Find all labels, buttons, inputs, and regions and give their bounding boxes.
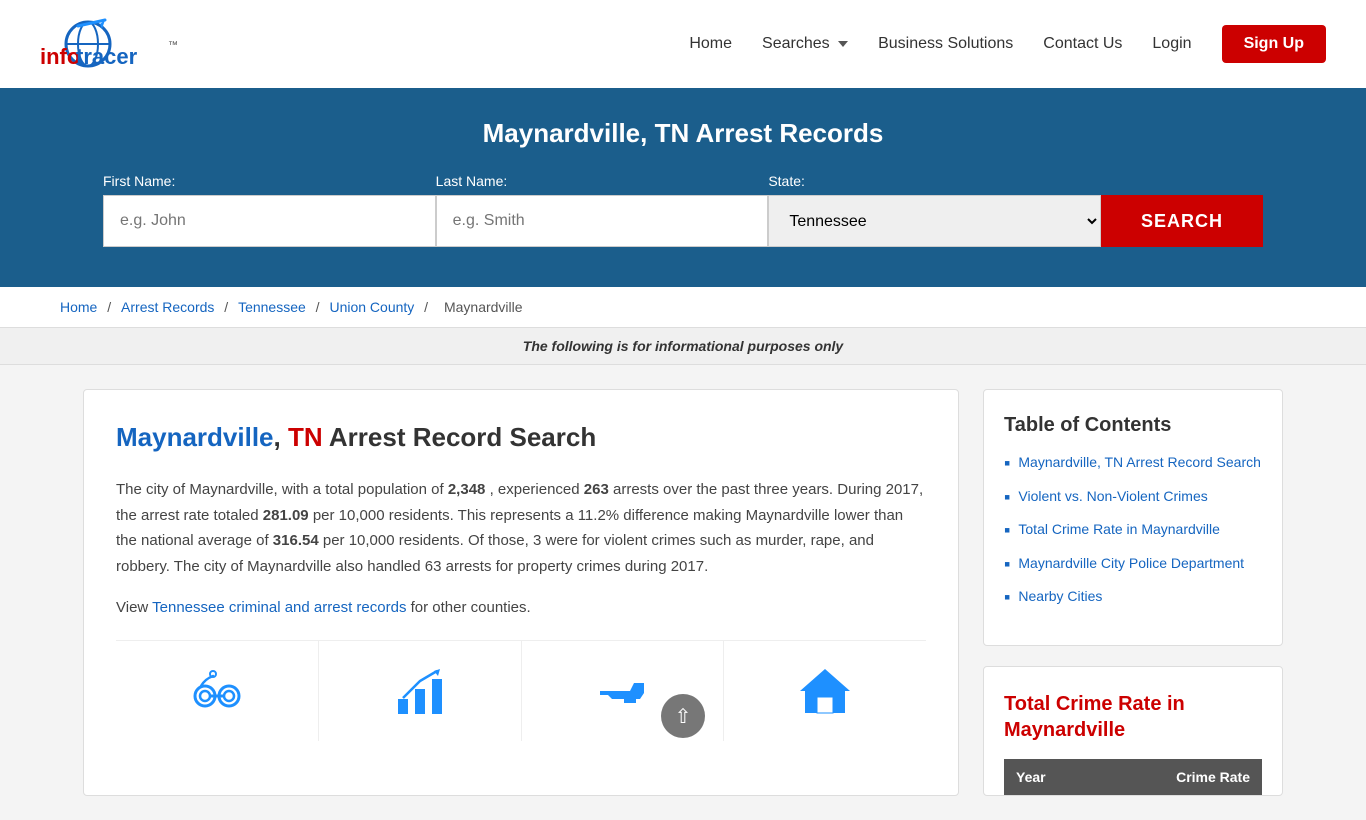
nav-contact[interactable]: Contact Us (1043, 35, 1122, 53)
state-label: State: (768, 173, 1101, 189)
tennessee-records-link[interactable]: Tennessee criminal and arrest records (152, 599, 406, 616)
toc-bullet-1: ▪ (1004, 453, 1010, 475)
crime-rate-table: Year Crime Rate (1004, 759, 1262, 795)
breadcrumb-home[interactable]: Home (60, 299, 97, 315)
toc-item: ▪ Maynardville, TN Arrest Record Search (1004, 453, 1262, 475)
toc-link-4[interactable]: Maynardville City Police Department (1018, 554, 1244, 574)
toc-item: ▪ Violent vs. Non-Violent Crimes (1004, 487, 1262, 509)
toc-link-2[interactable]: Violent vs. Non-Violent Crimes (1018, 487, 1207, 507)
toc-bullet-4: ▪ (1004, 554, 1010, 576)
breadcrumb-tennessee[interactable]: Tennessee (238, 299, 306, 315)
state-group: State: AlabamaAlaskaArizona ArkansasCali… (768, 173, 1101, 247)
nav-links: Home Searches Business Solutions Contact… (689, 25, 1326, 63)
chevron-down-icon (838, 41, 848, 47)
article-body: The city of Maynardville, with a total p… (116, 477, 926, 579)
handcuffs-icon (187, 661, 247, 721)
nav-login[interactable]: Login (1152, 35, 1191, 53)
house-icon (795, 661, 855, 721)
toc-bullet-3: ▪ (1004, 520, 1010, 542)
search-button[interactable]: SEARCH (1101, 195, 1263, 247)
article-section: Maynardville, TN Arrest Record Search Th… (83, 389, 959, 796)
view-link-line: View Tennessee criminal and arrest recor… (116, 599, 926, 616)
first-name-input[interactable] (103, 195, 436, 247)
svg-text:™: ™ (168, 40, 178, 51)
navbar: info tracer ™ Home Searches Business Sol… (0, 0, 1366, 88)
crime-rate-box: Total Crime Rate in Maynardville Year Cr… (983, 666, 1283, 796)
article-title: Maynardville, TN Arrest Record Search (116, 422, 926, 453)
toc-list: ▪ Maynardville, TN Arrest Record Search … (1004, 453, 1262, 609)
toc-box: Table of Contents ▪ Maynardville, TN Arr… (983, 389, 1283, 646)
first-name-label: First Name: (103, 173, 436, 189)
nav-signup[interactable]: Sign Up (1222, 25, 1326, 63)
nav-home[interactable]: Home (689, 35, 732, 53)
scroll-to-top[interactable]: ⇧ (661, 694, 705, 738)
toc-item: ▪ Nearby Cities (1004, 587, 1262, 609)
toc-link-3[interactable]: Total Crime Rate in Maynardville (1018, 520, 1220, 540)
toc-link-5[interactable]: Nearby Cities (1018, 587, 1102, 607)
search-form: First Name: Last Name: State: AlabamaAla… (103, 173, 1263, 247)
state-select[interactable]: AlabamaAlaskaArizona ArkansasCaliforniaC… (768, 195, 1101, 247)
nav-business[interactable]: Business Solutions (878, 35, 1013, 53)
info-bar: The following is for informational purpo… (0, 328, 1366, 365)
handcuffs-cell (116, 641, 319, 741)
hero-section: Maynardville, TN Arrest Records First Na… (0, 88, 1366, 287)
icons-row (116, 640, 926, 741)
last-name-label: Last Name: (436, 173, 769, 189)
logo[interactable]: info tracer ™ (40, 9, 220, 79)
toc-title: Table of Contents (1004, 414, 1262, 437)
col-rate: Crime Rate (1095, 759, 1262, 795)
toc-link-1[interactable]: Maynardville, TN Arrest Record Search (1018, 453, 1261, 473)
nav-searches[interactable]: Searches (762, 35, 848, 53)
toc-bullet-2: ▪ (1004, 487, 1010, 509)
breadcrumb-arrest-records[interactable]: Arrest Records (121, 299, 214, 315)
breadcrumb-maynardville: Maynardville (444, 299, 523, 315)
toc-bullet-5: ▪ (1004, 587, 1010, 609)
breadcrumb: Home / Arrest Records / Tennessee / Unio… (0, 287, 1366, 328)
title-rest: Arrest Record Search (329, 422, 596, 452)
hero-title: Maynardville, TN Arrest Records (40, 118, 1326, 149)
last-name-group: Last Name: (436, 173, 769, 247)
chart-cell (319, 641, 522, 741)
col-year: Year (1004, 759, 1095, 795)
right-column: Table of Contents ▪ Maynardville, TN Arr… (983, 389, 1283, 796)
title-comma: , (274, 422, 281, 452)
breadcrumb-union-county[interactable]: Union County (329, 299, 414, 315)
gun-icon (592, 661, 652, 721)
title-state: TN (281, 422, 329, 452)
toc-item: ▪ Maynardville City Police Department (1004, 554, 1262, 576)
chart-icon (390, 661, 450, 721)
svg-text:tracer: tracer (76, 44, 138, 69)
crime-rate-title: Total Crime Rate in Maynardville (1004, 691, 1262, 743)
svg-text:info: info (40, 44, 80, 69)
title-city: Maynardville (116, 422, 274, 452)
first-name-group: First Name: (103, 173, 436, 247)
toc-item: ▪ Total Crime Rate in Maynardville (1004, 520, 1262, 542)
last-name-input[interactable] (436, 195, 769, 247)
house-cell (724, 641, 926, 741)
